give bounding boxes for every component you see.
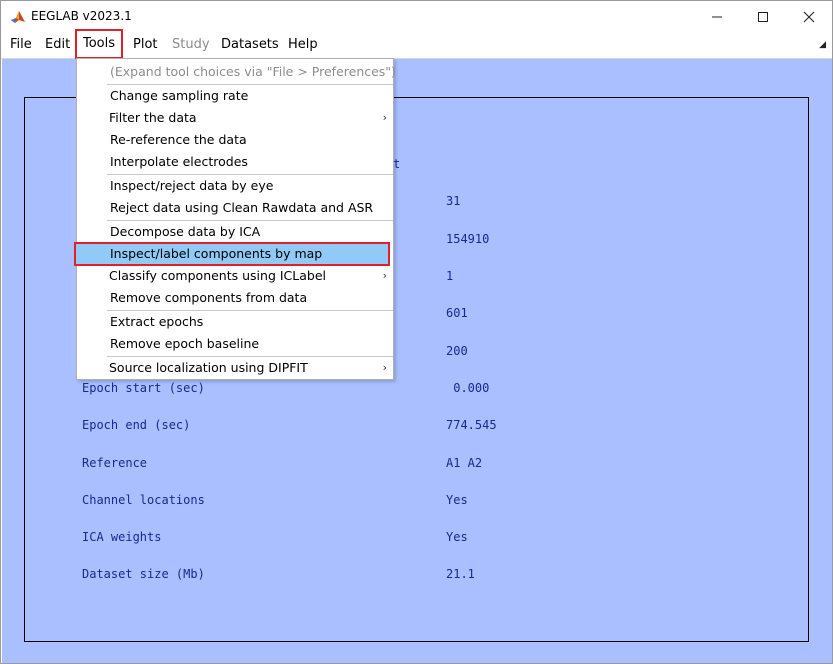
- matlab-icon: [10, 9, 26, 25]
- value-events: 601: [446, 306, 468, 320]
- maximize-icon: [757, 11, 769, 23]
- value-ica-weights: Yes: [446, 530, 468, 544]
- close-icon: [803, 11, 815, 23]
- menu-file[interactable]: File: [10, 36, 32, 54]
- value-epoch-start: 0.000: [446, 381, 490, 395]
- value-frames: 154910: [446, 232, 490, 246]
- menu-item-re-reference[interactable]: Re-reference the data: [77, 129, 393, 151]
- label-ica-weights: ICA weights: [82, 530, 162, 544]
- menu-item-interpolate-electrodes[interactable]: Interpolate electrodes: [77, 151, 393, 173]
- menu-item-remove-epoch-baseline[interactable]: Remove epoch baseline: [77, 333, 393, 355]
- value-epochs: 1: [446, 269, 454, 283]
- label-reference: Reference: [82, 456, 148, 470]
- value-epoch-end: 774.545: [446, 418, 497, 432]
- value-channel-locations: Yes: [446, 493, 468, 507]
- minimize-icon: [711, 11, 723, 23]
- menu-item-filter-the-data[interactable]: Filter the data ›: [77, 107, 393, 129]
- menu-item-clean-rawdata-asr[interactable]: Reject data using Clean Rawdata and ASR: [77, 197, 393, 219]
- close-button[interactable]: [786, 1, 832, 32]
- maximize-button[interactable]: [740, 1, 786, 32]
- menu-item-change-sampling-rate[interactable]: Change sampling rate: [77, 85, 393, 107]
- title-bar: EEGLAB v2023.1: [1, 1, 832, 32]
- value-dataset-size: 21.1: [446, 567, 475, 581]
- chevron-right-icon: ›: [382, 111, 387, 124]
- menu-item-inspect-label-components[interactable]: Inspect/label components by map: [74, 242, 390, 266]
- menu-plot[interactable]: Plot: [133, 36, 158, 54]
- eeglab-window: EEGLAB v2023.1 File Edit Tools Plot Stud…: [0, 0, 833, 664]
- menu-item-remove-components[interactable]: Remove components from data: [77, 287, 393, 309]
- menu-item-source-localization-dipfit[interactable]: Source localization using DIPFIT ›: [77, 357, 393, 379]
- chevron-right-icon: ›: [382, 269, 387, 282]
- value-channels: 31: [446, 194, 461, 208]
- chevron-right-icon: ›: [382, 361, 387, 374]
- label-channel-locations: Channel locations: [82, 493, 205, 507]
- value-sampling-rate: 200: [446, 344, 468, 358]
- menu-edit[interactable]: Edit: [45, 36, 70, 54]
- label-epoch-start: Epoch start (sec): [82, 381, 205, 395]
- menu-help[interactable]: Help: [288, 36, 318, 54]
- menu-item-expand-tool-choices: (Expand tool choices via "File > Prefere…: [110, 64, 396, 79]
- menu-study: Study: [172, 37, 210, 52]
- tools-dropdown-menu: (Expand tool choices via "File > Prefere…: [74, 58, 396, 380]
- value-reference: A1 A2: [446, 456, 483, 470]
- menu-datasets[interactable]: Datasets: [221, 36, 279, 54]
- menu-tools[interactable]: Tools: [74, 29, 124, 59]
- label-dataset-size: Dataset size (Mb): [82, 567, 205, 581]
- menu-item-classify-iclabel[interactable]: Classify components using ICLabel ›: [77, 265, 393, 287]
- label-epoch-end: Epoch end (sec): [82, 418, 191, 432]
- dock-arrow-icon[interactable]: ◢: [819, 40, 826, 50]
- menu-item-decompose-ica[interactable]: Decompose data by ICA: [77, 221, 393, 243]
- minimize-button[interactable]: [694, 1, 740, 32]
- menu-bar: File Edit Tools Plot Study Datasets Help…: [1, 29, 832, 59]
- partial-label-text: t: [393, 157, 401, 171]
- menu-item-extract-epochs[interactable]: Extract epochs: [77, 311, 393, 333]
- window-title: EEGLAB v2023.1: [31, 9, 132, 23]
- menu-item-inspect-reject-data[interactable]: Inspect/reject data by eye: [77, 175, 393, 197]
